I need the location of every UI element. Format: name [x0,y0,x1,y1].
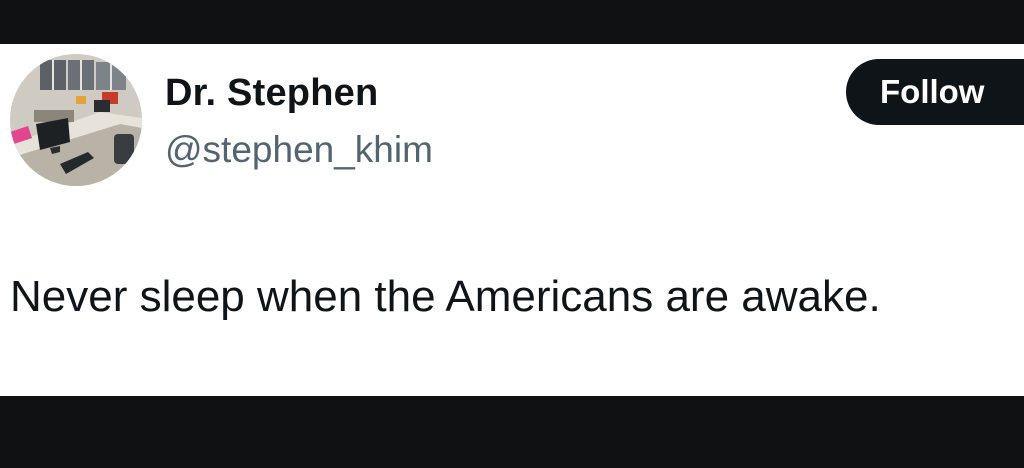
follow-button[interactable]: Follow [846,59,1024,125]
author-avatar[interactable] [10,54,142,186]
author-handle[interactable]: @stephen_khim [165,127,433,173]
tweet-text: Never sleep when the Americans are awake… [10,272,881,321]
author-display-name[interactable]: Dr. Stephen [165,70,378,116]
tweet-card: Dr. Stephen @stephen_khim Follow Never s… [0,44,1024,396]
office-desk-photo-icon [10,54,142,186]
top-black-bar [0,0,1024,44]
bottom-black-bar [0,396,1024,468]
